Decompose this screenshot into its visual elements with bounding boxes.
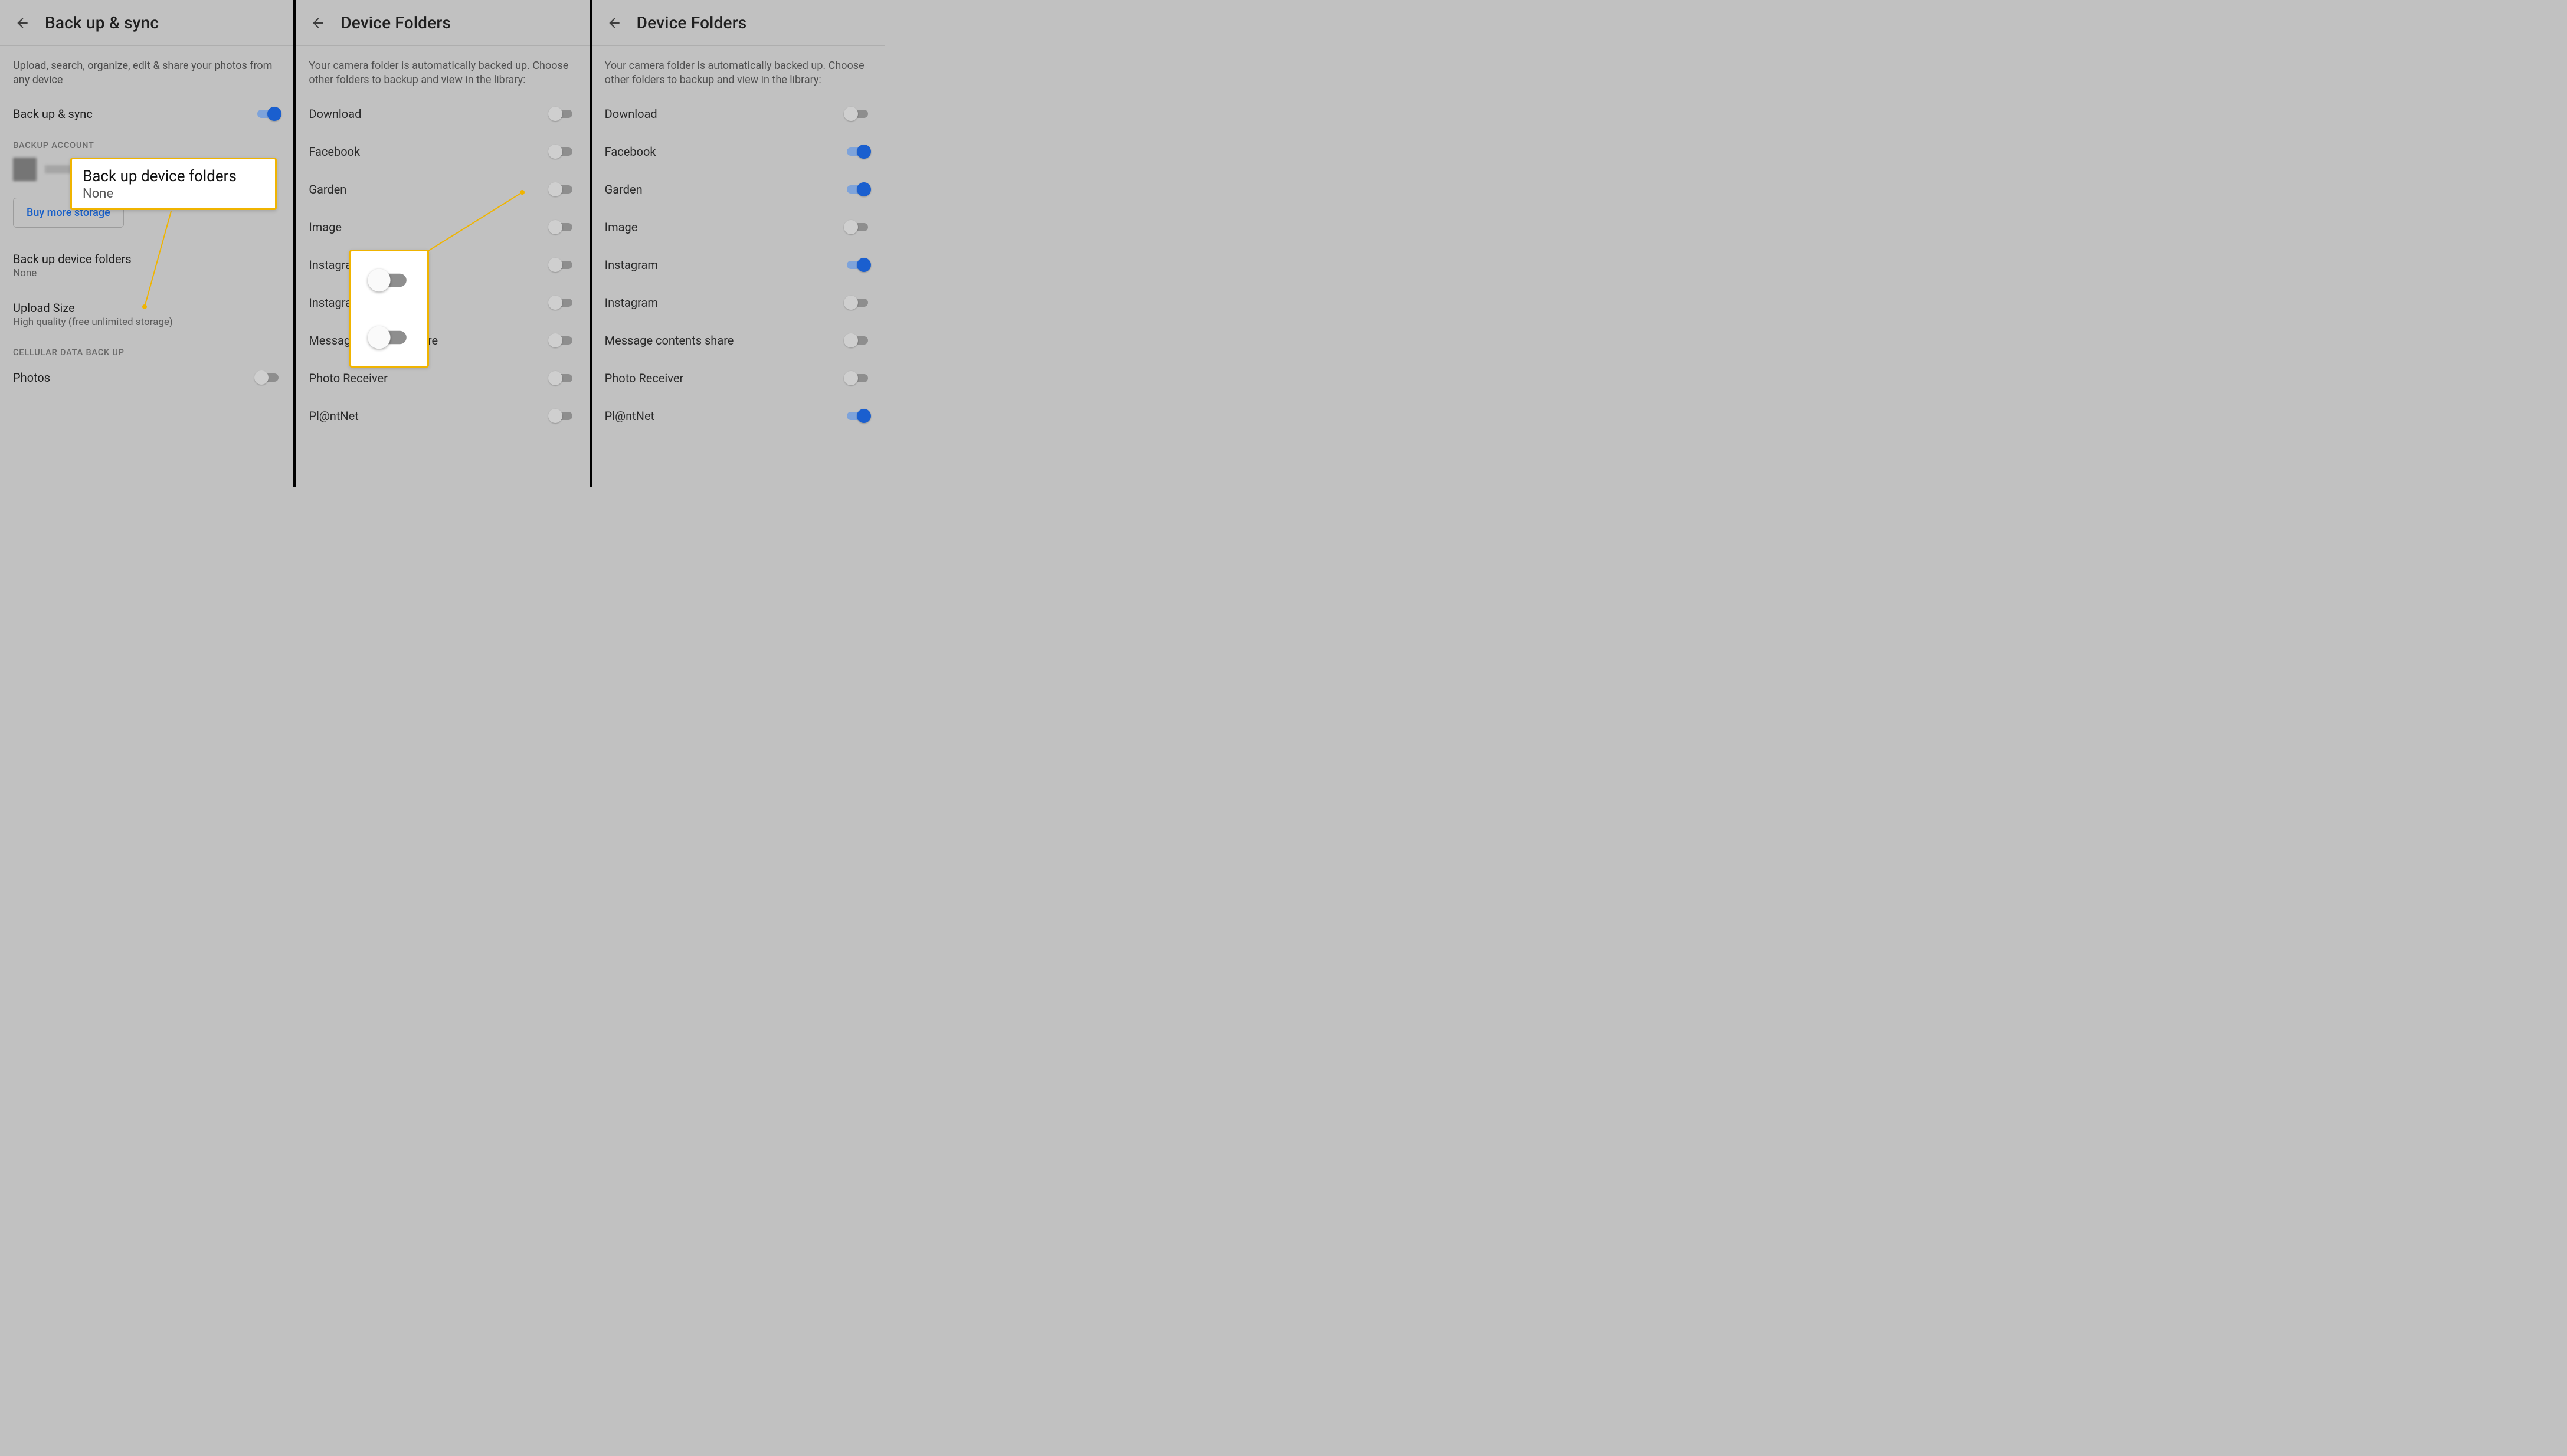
callout-title: Back up device folders: [83, 168, 264, 185]
backup-sync-switch[interactable]: [256, 107, 280, 121]
cellular-photos-switch[interactable]: [256, 370, 280, 385]
backup-device-folders-title: Back up device folders: [13, 252, 132, 266]
callout-switch-off: [369, 326, 409, 348]
folder-name: Facebook: [309, 145, 360, 159]
folder-name: Image: [605, 220, 638, 234]
folder-switch[interactable]: [845, 107, 870, 121]
folder-row[interactable]: Instagram: [592, 284, 885, 322]
back-button[interactable]: [603, 11, 626, 35]
backup-device-folders-row[interactable]: Back up device folders None: [0, 241, 293, 290]
upload-size-title: Upload Size: [13, 301, 75, 315]
folder-name: Download: [309, 107, 361, 121]
folder-row[interactable]: Pl@ntNet: [296, 397, 589, 435]
callout-backup-device-folders: Back up device folders None: [70, 158, 277, 210]
topbar: Device Folders: [592, 0, 885, 46]
folder-switch[interactable]: [549, 182, 574, 196]
backup-sync-toggle-row[interactable]: Back up & sync: [0, 96, 293, 132]
folder-row[interactable]: Photo Receiver: [592, 359, 885, 397]
page-subhead: Your camera folder is automatically back…: [592, 46, 885, 91]
folder-name: Garden: [309, 182, 346, 196]
folder-row[interactable]: Image: [296, 208, 589, 246]
page-title: Device Folders: [637, 13, 747, 32]
folder-switch[interactable]: [549, 333, 574, 347]
avatar: [13, 158, 37, 181]
folder-name: Image: [309, 220, 342, 234]
folder-name: Download: [605, 107, 657, 121]
folder-row[interactable]: Facebook: [296, 133, 589, 170]
page-title: Device Folders: [340, 13, 451, 32]
folder-name: Instagram: [605, 296, 658, 310]
folder-row[interactable]: Instagram: [296, 246, 589, 284]
arrow-left-icon: [607, 15, 622, 31]
folder-switch[interactable]: [845, 371, 870, 385]
folder-row[interactable]: Photo Receiver: [296, 359, 589, 397]
folder-name: Photo Receiver: [605, 371, 684, 385]
callout-toggle-switches: [349, 250, 429, 368]
folder-switch[interactable]: [549, 220, 574, 234]
folder-list: Download Facebook Garden Image Instagram Inst…: [592, 91, 885, 435]
folder-row[interactable]: Download: [592, 95, 885, 133]
backup-sync-label: Back up & sync: [13, 107, 93, 121]
folder-row[interactable]: Garden: [592, 170, 885, 208]
folder-switch[interactable]: [845, 145, 870, 159]
panel-backup-sync: Back up & sync Upload, search, organize,…: [0, 0, 293, 487]
panel-device-folders-after: Device Folders Your camera folder is aut…: [592, 0, 885, 487]
folder-name: Message contents share: [605, 333, 734, 347]
upload-size-value: High quality (free unlimited storage): [13, 316, 173, 328]
folder-row[interactable]: Instagram: [592, 246, 885, 284]
topbar: Device Folders: [296, 0, 589, 46]
folder-row[interactable]: Pl@ntNet: [592, 397, 885, 435]
folder-row[interactable]: Message contents share: [296, 322, 589, 359]
folder-name: Pl@ntNet: [309, 409, 358, 423]
folder-name: Facebook: [605, 145, 656, 159]
upload-size-row[interactable]: Upload Size High quality (free unlimited…: [0, 290, 293, 339]
folder-switch[interactable]: [845, 182, 870, 196]
folder-row[interactable]: Instagram: [296, 284, 589, 322]
backup-device-folders-value: None: [13, 267, 37, 279]
arrow-left-icon: [310, 15, 326, 31]
folder-switch[interactable]: [845, 409, 870, 423]
folder-list: Download Facebook Garden Image InstagramInst…: [296, 91, 589, 435]
section-cellular: CELLULAR DATA BACK UP: [0, 339, 293, 360]
cellular-photos-row[interactable]: Photos: [0, 360, 293, 395]
folder-row[interactable]: Message contents share: [592, 322, 885, 359]
section-backup-account: BACKUP ACCOUNT: [0, 132, 293, 153]
folder-switch[interactable]: [549, 371, 574, 385]
cellular-photos-label: Photos: [13, 370, 50, 385]
folder-switch[interactable]: [845, 296, 870, 310]
page-description: Upload, search, organize, edit & share y…: [0, 46, 293, 96]
callout-anchor-dot: [142, 304, 147, 309]
back-button[interactable]: [306, 11, 330, 35]
page-subhead: Your camera folder is automatically back…: [296, 46, 589, 91]
arrow-left-icon: [15, 15, 30, 31]
folder-switch[interactable]: [549, 296, 574, 310]
folder-row[interactable]: Facebook: [592, 133, 885, 170]
folder-switch[interactable]: [549, 107, 574, 121]
folder-switch[interactable]: [845, 333, 870, 347]
folder-row[interactable]: Image: [592, 208, 885, 246]
folder-switch[interactable]: [549, 145, 574, 159]
folder-name: Photo Receiver: [309, 371, 388, 385]
callout-switch-off: [369, 268, 409, 291]
panel-device-folders-before: Device Folders Your camera folder is aut…: [296, 0, 589, 487]
page-title: Back up & sync: [45, 13, 159, 32]
folder-name: Pl@ntNet: [605, 409, 654, 423]
folder-switch[interactable]: [549, 258, 574, 272]
callout-value: None: [83, 186, 264, 201]
folder-row[interactable]: Garden: [296, 170, 589, 208]
folder-name: Instagram: [605, 258, 658, 272]
folder-switch[interactable]: [845, 220, 870, 234]
topbar: Back up & sync: [0, 0, 293, 46]
back-button[interactable]: [11, 11, 34, 35]
folder-name: Garden: [605, 182, 643, 196]
folder-switch[interactable]: [549, 409, 574, 423]
folder-switch[interactable]: [845, 258, 870, 272]
folder-row[interactable]: Download: [296, 95, 589, 133]
